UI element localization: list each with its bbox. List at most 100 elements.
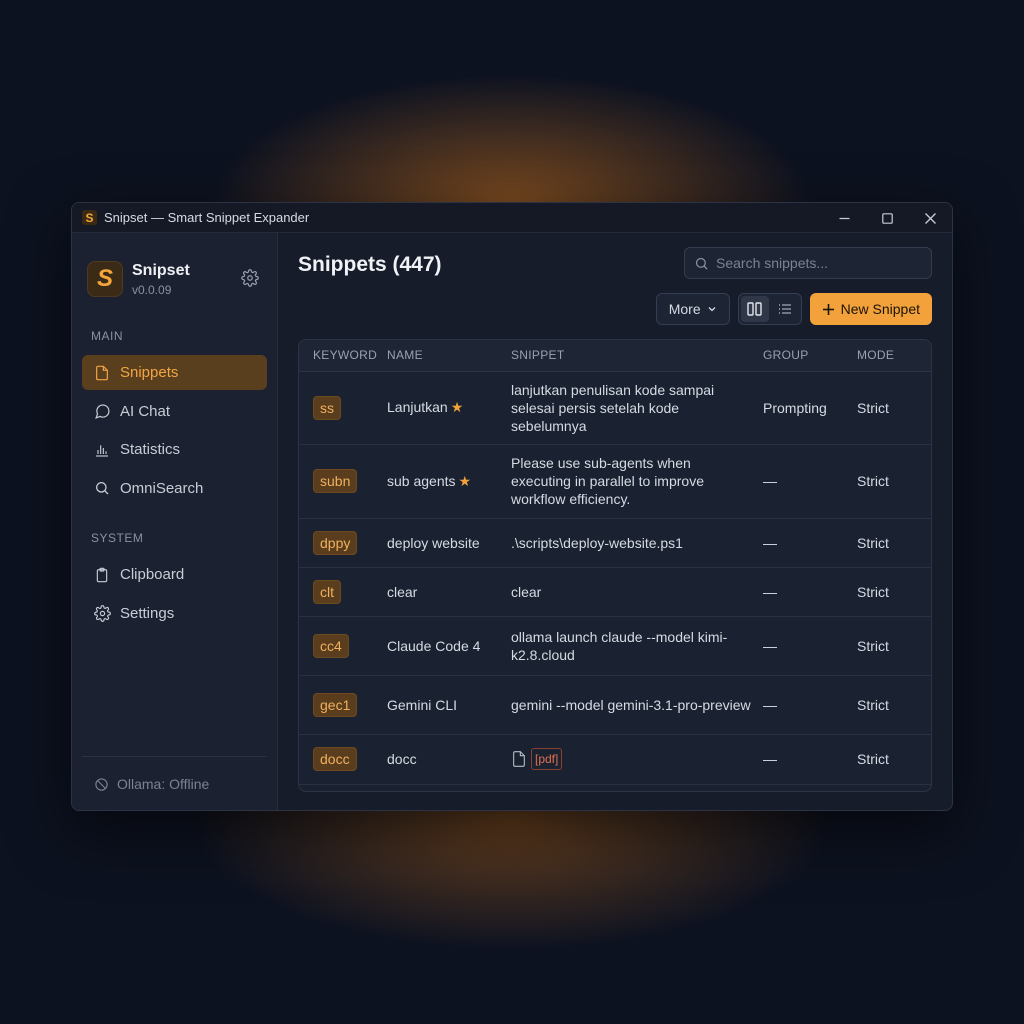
- app-window: S Snipset — Smart Snippet Expander S Sni…: [71, 202, 953, 811]
- gear-icon: [93, 604, 111, 622]
- sidebar-item-statistics[interactable]: Statistics: [82, 432, 267, 467]
- snippet-text: gemini --model gemini-3.1-pro-preview: [511, 675, 763, 735]
- file-icon: [513, 751, 525, 767]
- clipboard-icon: [93, 566, 111, 584]
- section-label-main: MAIN: [91, 329, 123, 343]
- snippet-group: —: [763, 675, 857, 735]
- snippet-mode: Strict: [857, 616, 931, 676]
- close-button[interactable]: [909, 203, 952, 233]
- snippets-table: KEYWORD NAME SNIPPET GROUP MODE ss Lanju…: [298, 339, 932, 792]
- close-icon: [925, 212, 936, 224]
- keyword-badge: clt: [313, 579, 341, 604]
- snippet-text: clear: [511, 567, 763, 617]
- sidebar: S Snipset v0.0.09 MAIN Snippets AI Chat …: [72, 233, 278, 810]
- brand-name: Snipset: [132, 261, 190, 279]
- sidebar-item-ai-chat[interactable]: AI Chat: [82, 394, 267, 429]
- search-box[interactable]: [684, 247, 932, 279]
- search-input[interactable]: [716, 255, 916, 271]
- snippet-text: Please use sub-agents when executing in …: [511, 444, 763, 519]
- snippet-name: deploy website: [387, 518, 511, 568]
- window-title: Snipset — Smart Snippet Expander: [104, 210, 310, 225]
- snippet-group: —: [763, 444, 857, 519]
- sidebar-item-omnisearch[interactable]: OmniSearch: [82, 471, 267, 506]
- keyword-badge: docc: [313, 747, 357, 771]
- ban-icon: [94, 777, 109, 792]
- snippet-text: .\scripts\deploy-website.ps1: [511, 518, 763, 568]
- brand-logo-icon: S: [87, 261, 123, 297]
- brand-version: v0.0.09: [132, 282, 172, 297]
- bar-chart-icon: [93, 441, 111, 459]
- app-logo-icon: S: [82, 210, 97, 225]
- new-snippet-button[interactable]: New Snippet: [809, 293, 932, 325]
- gear-icon: [241, 269, 259, 287]
- page-title: Snippets (447): [298, 253, 442, 276]
- pdf-attachment-badge[interactable]: [pdf]: [531, 748, 563, 770]
- view-toggle: [737, 293, 802, 325]
- title-bar[interactable]: S Snipset — Smart Snippet Expander: [72, 203, 952, 233]
- table-row[interactable]: gec1 Gemini CLI gemini --model gemini-3.…: [299, 675, 931, 735]
- sidebar-item-label: Snippets: [120, 364, 179, 381]
- chat-bubble-icon: [93, 402, 111, 420]
- snippet-group: —: [763, 734, 857, 785]
- snippet-mode: Strict: [857, 518, 931, 568]
- table-row[interactable]: cc4 Claude Code 4 ollama launch claude -…: [299, 616, 931, 676]
- column-header-snippet[interactable]: SNIPPET: [511, 340, 763, 372]
- sidebar-item-snippets[interactable]: Snippets: [82, 355, 267, 390]
- table-row[interactable]: dppy deploy website .\scripts\deploy-web…: [299, 518, 931, 568]
- snippet-group: —: [763, 518, 857, 568]
- snippet-name: Gemini CLI: [387, 675, 511, 735]
- sidebar-item-label: OmniSearch: [120, 479, 204, 497]
- keyword-badge: subn: [313, 469, 358, 493]
- more-button[interactable]: More: [655, 293, 730, 325]
- table-header-row: KEYWORD NAME SNIPPET GROUP MODE: [299, 340, 931, 372]
- new-snippet-label: New Snippet: [840, 301, 920, 317]
- sidebar-item-label: Clipboard: [120, 566, 185, 583]
- list-icon: [778, 304, 791, 314]
- snippet-text: [pdf]: [511, 734, 763, 785]
- column-header-keyword[interactable]: KEYWORD: [299, 340, 387, 372]
- snippet-name: sub agents: [387, 472, 456, 489]
- sidebar-item-label: AI Chat: [120, 402, 171, 420]
- sidebar-item-label: Statistics: [120, 441, 181, 458]
- column-view-button[interactable]: [740, 296, 769, 322]
- snippet-group: —: [763, 616, 857, 676]
- keyword-badge: ss: [313, 395, 341, 420]
- sidebar-item-settings[interactable]: Settings: [82, 596, 267, 631]
- section-label-system: SYSTEM: [91, 531, 144, 545]
- search-icon: [695, 257, 708, 270]
- column-header-group[interactable]: GROUP: [763, 340, 857, 372]
- table-row[interactable]: subn sub agents ★ Please use sub-agents w…: [299, 444, 931, 519]
- keyword-badge: gec1: [313, 692, 358, 717]
- minimize-icon: [839, 217, 850, 219]
- snippet-mode: Strict: [857, 734, 931, 785]
- table-row[interactable]: ss Lanjutkan ★ lanjutkan penulisan kode s…: [299, 371, 931, 445]
- snippet-text: lanjutkan penulisan kode sampai selesai …: [511, 371, 763, 445]
- list-view-button[interactable]: [771, 296, 799, 322]
- snippet-name: Claude Code 4: [387, 616, 511, 676]
- table-row[interactable]: clt clear clear — Strict: [299, 567, 931, 617]
- sidebar-item-label: Settings: [120, 604, 175, 622]
- brand-settings-button[interactable]: [241, 269, 259, 292]
- search-icon: [93, 479, 111, 497]
- star-icon[interactable]: ★: [459, 473, 472, 489]
- ollama-status: Ollama: Offline: [82, 756, 267, 810]
- column-header-name[interactable]: NAME: [387, 340, 511, 372]
- snippet-group: Prompting: [763, 371, 857, 445]
- snippet-mode: Strict: [857, 567, 931, 617]
- sidebar-item-clipboard[interactable]: Clipboard: [82, 557, 267, 592]
- maximize-icon: [882, 212, 893, 224]
- brand: S Snipset v0.0.09: [82, 233, 267, 325]
- snippet-text: ollama launch claude --model kimi-k2.8.c…: [511, 616, 763, 676]
- star-icon[interactable]: ★: [451, 399, 464, 415]
- minimize-button[interactable]: [823, 203, 866, 233]
- table-row[interactable]: docc docc [pdf] — Strict: [299, 734, 931, 785]
- chevron-down-icon: [708, 307, 716, 312]
- snippet-mode: Strict: [857, 675, 931, 735]
- window-controls: [823, 203, 952, 233]
- ollama-status-text: Ollama: Offline: [117, 776, 210, 792]
- main-content: Snippets (447) More: [278, 233, 952, 810]
- file-icon: [93, 364, 111, 382]
- column-header-mode[interactable]: MODE: [857, 340, 931, 372]
- snippet-name: clear: [387, 567, 511, 617]
- maximize-button[interactable]: [866, 203, 909, 233]
